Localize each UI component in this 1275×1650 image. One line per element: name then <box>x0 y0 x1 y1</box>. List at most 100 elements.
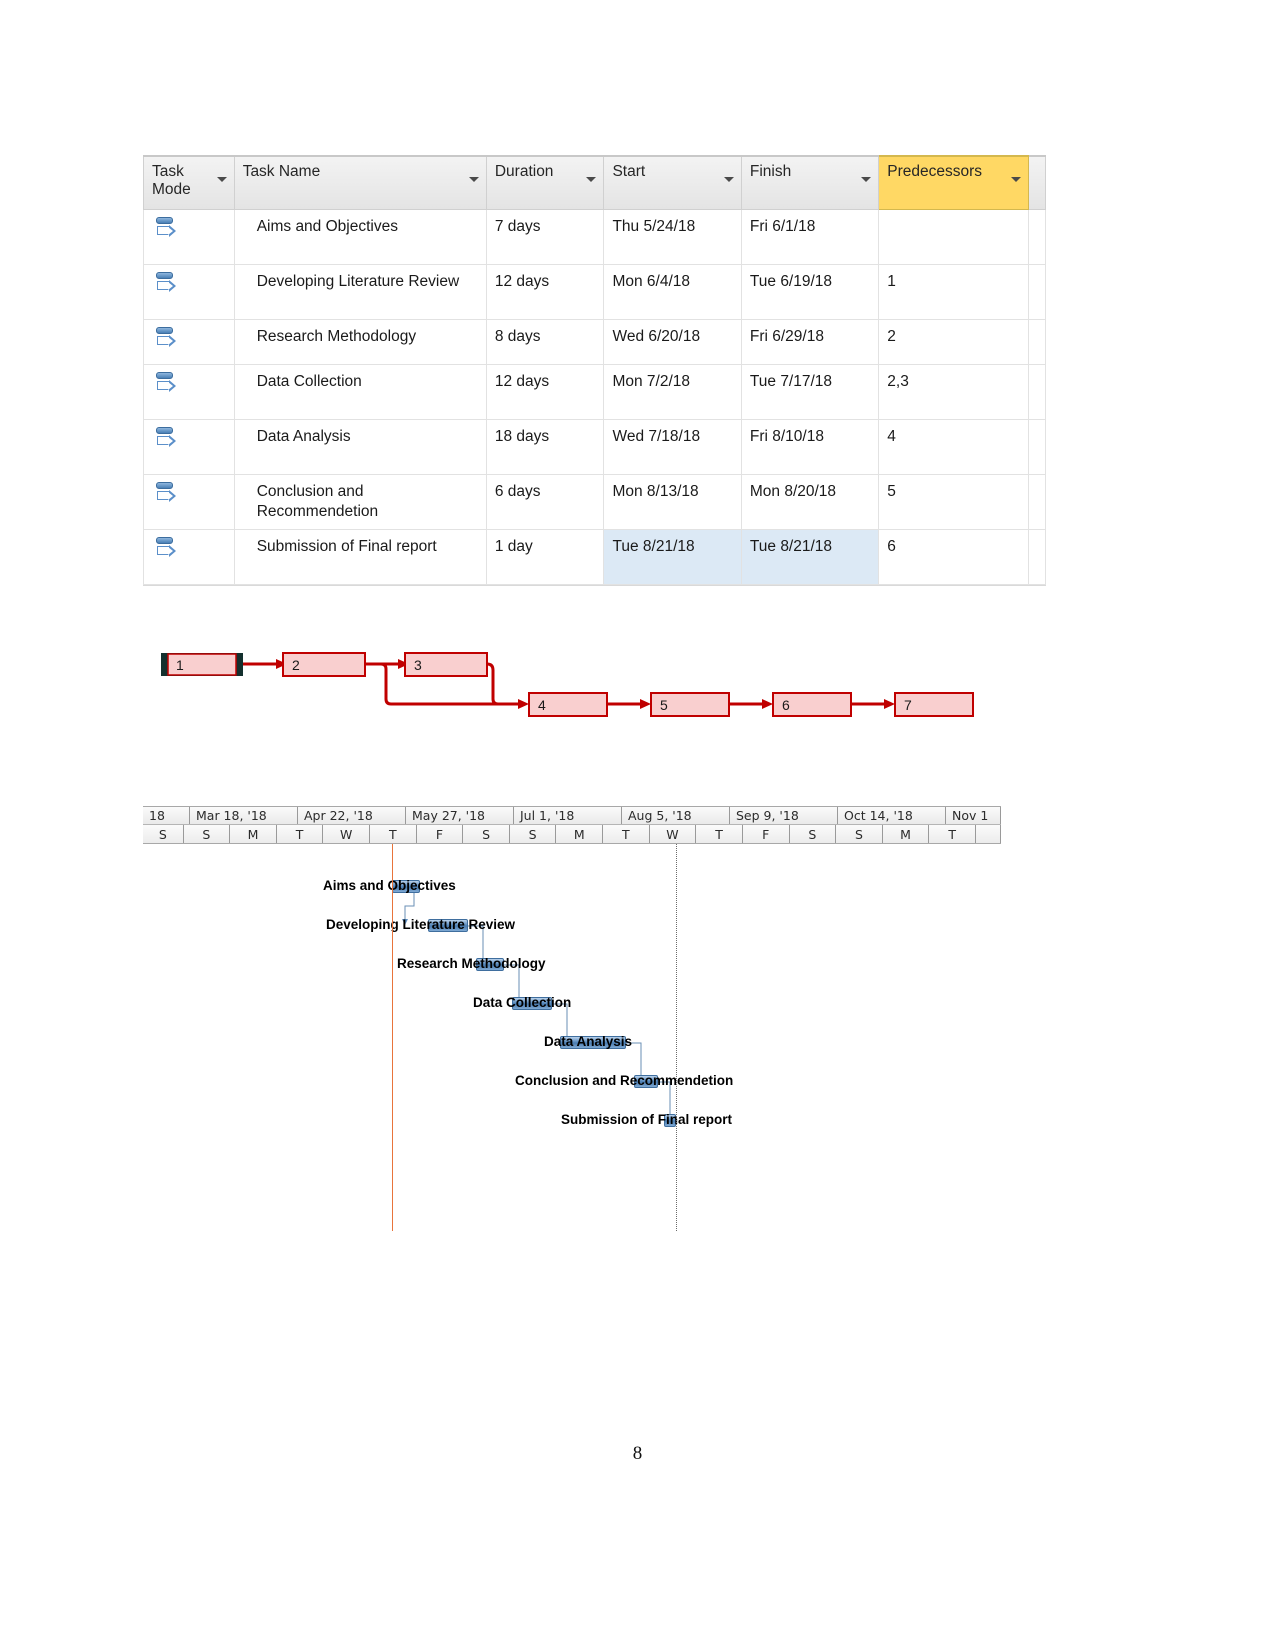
timeline-day-cell[interactable]: S <box>790 825 837 843</box>
network-nodes[interactable]: 1 2 3 4 5 6 7 <box>161 652 974 717</box>
timeline-day-cell[interactable]: T <box>277 825 324 843</box>
table-row[interactable]: Submission of Final report 1 day Tue 8/2… <box>143 529 1047 585</box>
cell-overflow <box>1027 264 1047 320</box>
gantt-plot-area[interactable]: Aims and Objectives Developing Literature… <box>143 844 1001 1231</box>
timeline-day-cell[interactable]: S <box>463 825 510 843</box>
column-header-task-mode[interactable]: Task Mode <box>143 155 235 210</box>
cell-task-mode[interactable] <box>143 474 235 530</box>
cell-start[interactable]: Mon 8/13/18 <box>603 474 742 530</box>
cell-predecessors[interactable]: 5 <box>878 474 1029 530</box>
column-header-task-name[interactable]: Task Name <box>233 155 487 210</box>
timeline-day-cell[interactable]: S <box>510 825 557 843</box>
timeline-day-cell[interactable]: S <box>836 825 883 843</box>
cell-duration[interactable]: 8 days <box>485 319 605 365</box>
chevron-down-icon[interactable] <box>468 177 479 182</box>
timeline-day-cell[interactable]: F <box>417 825 464 843</box>
cell-task-name[interactable]: Submission of Final report <box>233 529 487 585</box>
column-header-duration[interactable]: Duration <box>485 155 605 210</box>
cell-task-mode[interactable] <box>143 264 235 320</box>
cell-task-name[interactable]: Aims and Objectives <box>233 209 487 265</box>
chevron-down-icon[interactable] <box>723 177 734 182</box>
chevron-down-icon[interactable] <box>216 177 227 182</box>
column-header-start[interactable]: Start <box>603 155 742 210</box>
cell-task-mode[interactable] <box>143 529 235 585</box>
timeline-day-cell[interactable]: M <box>230 825 277 843</box>
cell-task-mode[interactable] <box>143 364 235 420</box>
timeline-month-cell[interactable]: Jul 1, '18 <box>514 807 622 824</box>
timeline-month-cell[interactable]: Nov 1 <box>946 807 1001 824</box>
chevron-down-icon[interactable] <box>586 177 597 182</box>
cell-task-name[interactable]: Data Analysis <box>233 419 487 475</box>
cell-task-name[interactable]: Data Collection <box>233 364 487 420</box>
cell-finish[interactable]: Fri 6/1/18 <box>740 209 880 265</box>
cell-start[interactable]: Thu 5/24/18 <box>603 209 742 265</box>
auto-schedule-icon <box>156 326 178 350</box>
cell-finish[interactable]: Fri 6/29/18 <box>740 319 880 365</box>
cell-predecessors[interactable]: 2 <box>878 319 1029 365</box>
timeline-day-cell[interactable]: S <box>184 825 231 843</box>
table-row[interactable]: Developing Literature Review 12 days Mon… <box>143 264 1047 320</box>
cell-start[interactable]: Mon 6/4/18 <box>603 264 742 320</box>
timeline-row-months[interactable]: 18 Mar 18, '18 Apr 22, '18 May 27, '18 Jul 1… <box>143 806 1001 825</box>
cell-task-name[interactable]: Conclusion and Recommendetion <box>233 474 487 530</box>
timeline-month-cell[interactable]: May 27, '18 <box>406 807 514 824</box>
chevron-down-icon[interactable] <box>861 177 872 182</box>
timeline-day-cell[interactable]: W <box>650 825 697 843</box>
auto-schedule-icon <box>156 271 178 295</box>
task-table[interactable]: Task Mode Task Name Duration Start Finis… <box>143 155 1047 585</box>
cell-predecessors[interactable] <box>878 209 1029 265</box>
cell-predecessors[interactable]: 1 <box>878 264 1029 320</box>
cell-task-mode[interactable] <box>143 419 235 475</box>
cell-start[interactable]: Wed 6/20/18 <box>603 319 742 365</box>
timeline-day-cell[interactable]: T <box>696 825 743 843</box>
chevron-down-icon[interactable] <box>1010 177 1021 182</box>
cell-finish[interactable]: Fri 8/10/18 <box>740 419 880 475</box>
cell-predecessors[interactable]: 2,3 <box>878 364 1029 420</box>
cell-task-mode[interactable] <box>143 319 235 365</box>
timeline-day-cell[interactable]: S <box>143 825 184 843</box>
timeline-row-days[interactable]: SSMTWTFSSMTWTFSSMT <box>143 825 1002 844</box>
column-header-finish[interactable]: Finish <box>740 155 880 210</box>
table-row[interactable]: Data Analysis 18 days Wed 7/18/18 Fri 8/… <box>143 419 1047 475</box>
network-diagram[interactable]: 1 2 3 4 5 6 7 <box>143 633 1046 728</box>
timeline-day-cell[interactable]: T <box>929 825 976 843</box>
cell-finish[interactable]: Tue 6/19/18 <box>740 264 880 320</box>
cell-duration[interactable]: 12 days <box>485 364 605 420</box>
cell-finish[interactable]: Mon 8/20/18 <box>740 474 880 530</box>
cell-duration[interactable]: 18 days <box>485 419 605 475</box>
cell-duration[interactable]: 6 days <box>485 474 605 530</box>
timeline-day-cell[interactable]: W <box>323 825 371 843</box>
cell-duration[interactable]: 7 days <box>485 209 605 265</box>
cell-task-name[interactable]: Research Methodology <box>233 319 487 365</box>
timeline-day-cell[interactable]: F <box>743 825 790 843</box>
table-row[interactable]: Aims and Objectives 7 days Thu 5/24/18 F… <box>143 209 1047 265</box>
table-row[interactable]: Conclusion and Recommendetion 6 days Mon… <box>143 474 1047 530</box>
timeline-month-cell[interactable]: Mar 18, '18 <box>190 807 298 824</box>
timeline-day-cell[interactable]: M <box>556 825 604 843</box>
cell-start[interactable]: Wed 7/18/18 <box>603 419 742 475</box>
timeline-month-cell[interactable]: Oct 14, '18 <box>838 807 946 824</box>
cell-task-mode[interactable] <box>143 209 235 265</box>
timeline-day-cell[interactable] <box>976 825 1002 843</box>
column-header-predecessors[interactable]: Predecessors <box>878 155 1029 210</box>
table-row[interactable]: Data Collection 12 days Mon 7/2/18 Tue 7… <box>143 364 1047 420</box>
cell-start[interactable]: Tue 8/21/18 <box>603 529 742 585</box>
cell-start[interactable]: Mon 7/2/18 <box>603 364 742 420</box>
cell-task-name[interactable]: Developing Literature Review <box>233 264 487 320</box>
timeline-day-cell[interactable]: M <box>883 825 930 843</box>
timeline-month-cell[interactable]: Apr 22, '18 <box>298 807 406 824</box>
cell-duration[interactable]: 1 day <box>485 529 605 585</box>
timeline-month-cell[interactable]: Aug 5, '18 <box>622 807 730 824</box>
table-row[interactable]: Research Methodology 8 days Wed 6/20/18 … <box>143 319 1047 365</box>
timeline-month-cell[interactable]: Sep 9, '18 <box>730 807 838 824</box>
cell-finish[interactable]: Tue 8/21/18 <box>740 529 880 585</box>
timeline-day-cell[interactable]: T <box>370 825 417 843</box>
cell-predecessors[interactable]: 4 <box>878 419 1029 475</box>
timeline-day-cell[interactable]: T <box>603 825 650 843</box>
cell-finish[interactable]: Tue 7/17/18 <box>740 364 880 420</box>
gantt-timeline-header: 18 Mar 18, '18 Apr 22, '18 May 27, '18 Jul 1… <box>143 806 1002 844</box>
timeline-month-cell[interactable]: 18 <box>143 807 190 824</box>
cell-predecessors[interactable]: 6 <box>878 529 1029 585</box>
gantt-chart[interactable]: 18 Mar 18, '18 Apr 22, '18 May 27, '18 Jul 1… <box>143 806 1002 1231</box>
cell-duration[interactable]: 12 days <box>485 264 605 320</box>
